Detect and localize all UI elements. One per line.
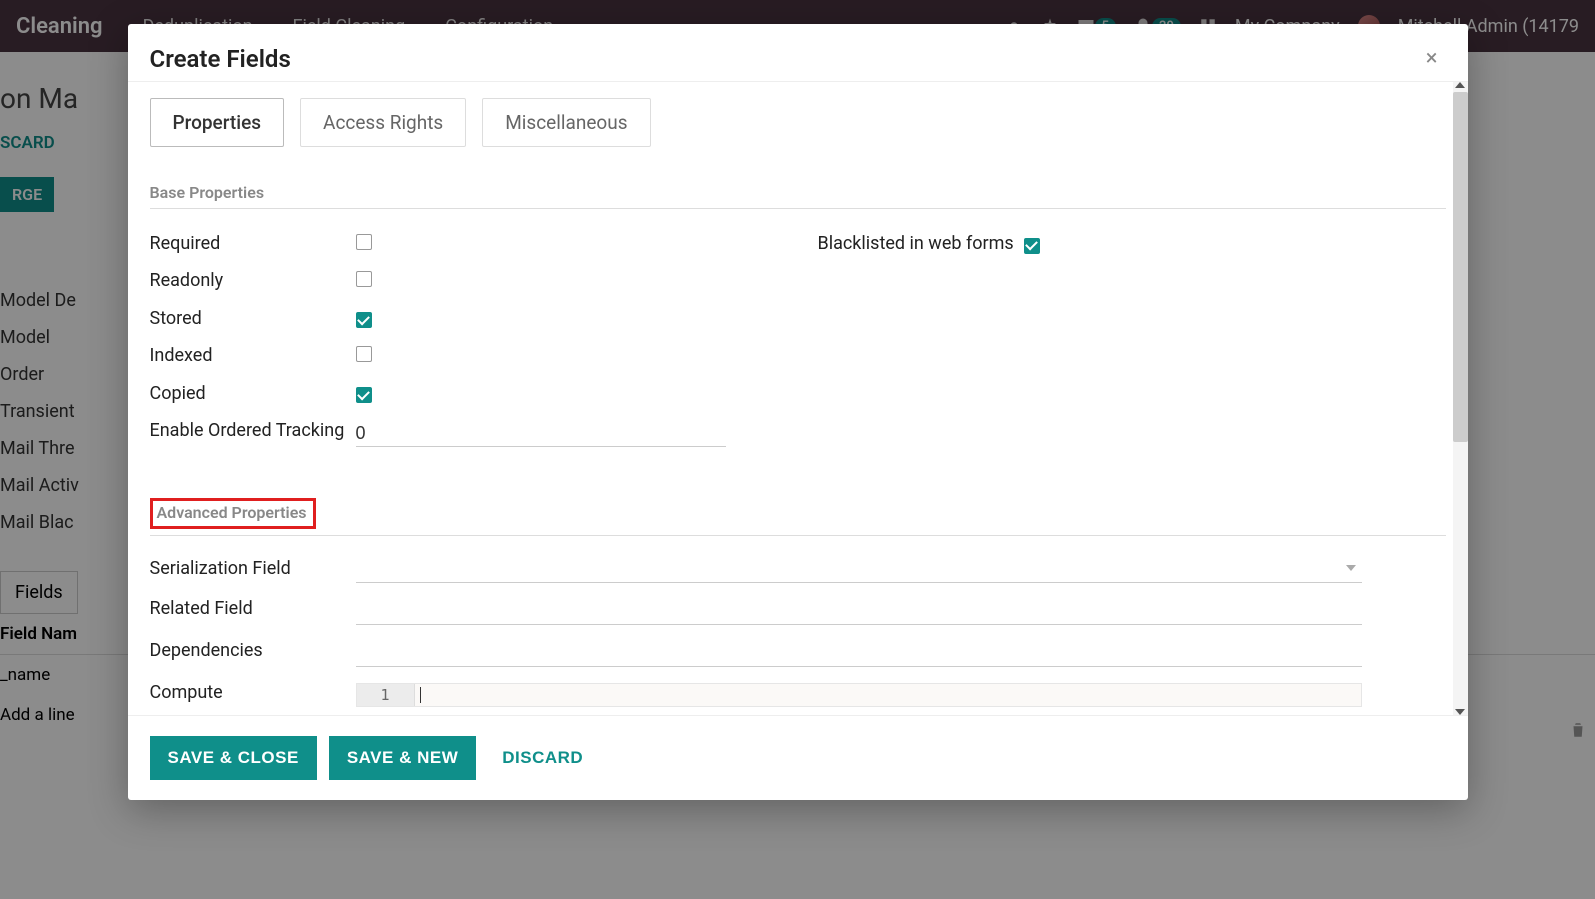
- checkbox-blacklisted[interactable]: [1024, 238, 1040, 254]
- code-editor-compute[interactable]: 1: [356, 683, 1362, 707]
- scroll-up-icon[interactable]: [1455, 82, 1465, 88]
- input-dependencies[interactable]: [356, 641, 1362, 667]
- scrollbar-thumb[interactable]: [1453, 92, 1468, 442]
- modal-title: Create Fields: [150, 45, 291, 73]
- section-advanced-properties: Advanced Properties: [150, 498, 316, 529]
- label-related-field: Related Field: [150, 597, 356, 620]
- checkbox-stored[interactable]: [356, 312, 372, 328]
- scrollbar-track[interactable]: [1453, 82, 1468, 715]
- text-cursor: [420, 687, 421, 703]
- tab-miscellaneous[interactable]: Miscellaneous: [482, 98, 650, 147]
- modal-header: Create Fields ×: [128, 24, 1468, 81]
- close-icon[interactable]: ×: [1418, 42, 1446, 75]
- code-gutter-line: 1: [357, 684, 415, 706]
- tabs: Properties Access Rights Miscellaneous: [150, 98, 1446, 147]
- label-copied: Copied: [150, 382, 356, 405]
- tab-access-rights[interactable]: Access Rights: [300, 98, 466, 147]
- tab-properties[interactable]: Properties: [150, 98, 285, 147]
- label-blacklisted: Blacklisted in web forms: [818, 232, 1024, 255]
- chevron-down-icon: [1346, 565, 1356, 571]
- label-stored: Stored: [150, 307, 356, 330]
- input-enable-tracking[interactable]: [356, 421, 726, 447]
- label-readonly: Readonly: [150, 269, 356, 292]
- modal-footer: SAVE & CLOSE SAVE & NEW DISCARD: [128, 716, 1468, 800]
- create-fields-modal: Create Fields × Properties Access Rights…: [128, 24, 1468, 800]
- label-required: Required: [150, 232, 356, 255]
- checkbox-indexed[interactable]: [356, 346, 372, 362]
- section-base-properties: Base Properties: [150, 183, 1446, 209]
- label-enable-tracking: Enable Ordered Tracking: [150, 419, 356, 442]
- discard-button[interactable]: DISCARD: [488, 736, 597, 780]
- checkbox-required[interactable]: [356, 234, 372, 250]
- input-related-field[interactable]: [356, 599, 1362, 625]
- checkbox-readonly[interactable]: [356, 271, 372, 287]
- label-serialization-field: Serialization Field: [150, 557, 356, 580]
- modal-body: Properties Access Rights Miscellaneous B…: [128, 82, 1468, 715]
- label-compute: Compute: [150, 681, 356, 704]
- trash-icon[interactable]: [1569, 721, 1587, 739]
- label-dependencies: Dependencies: [150, 639, 356, 662]
- label-indexed: Indexed: [150, 344, 356, 367]
- save-close-button[interactable]: SAVE & CLOSE: [150, 736, 317, 780]
- scroll-down-icon[interactable]: [1455, 709, 1465, 715]
- save-new-button[interactable]: SAVE & NEW: [329, 736, 476, 780]
- modal-overlay: Create Fields × Properties Access Rights…: [0, 0, 1595, 899]
- dropdown-serialization-field[interactable]: [356, 559, 1362, 583]
- checkbox-copied[interactable]: [356, 387, 372, 403]
